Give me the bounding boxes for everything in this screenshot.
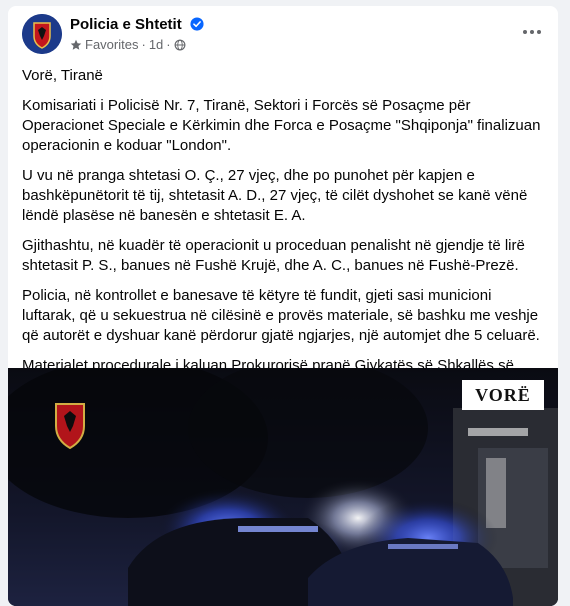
- post-paragraph-2: U vu në pranga shtetasi O. Ç., 27 vjeç, …: [22, 167, 528, 224]
- audience-label[interactable]: Favorites: [85, 37, 138, 52]
- page-avatar[interactable]: [22, 14, 62, 54]
- page-name-text[interactable]: Policia e Shtetit: [70, 16, 182, 33]
- location-overlay-label: VORË: [462, 380, 544, 410]
- verified-badge-icon: [190, 17, 204, 31]
- post-card: Policia e Shtetit Favorites · 1d · Vorë,…: [8, 6, 558, 606]
- post-body: Vorë, Tiranë Komisariati i Policisë Nr. …: [22, 66, 544, 406]
- police-emblem-icon: [22, 14, 62, 54]
- post-location: Vorë, Tiranë: [22, 67, 103, 84]
- more-options-icon: [523, 30, 541, 34]
- more-options-button[interactable]: [520, 20, 544, 44]
- page-name[interactable]: Policia e Shtetit: [70, 16, 204, 33]
- star-icon: [70, 39, 82, 50]
- meta-separator: ·: [141, 37, 146, 52]
- meta-separator-2: ·: [166, 37, 171, 52]
- post-paragraph-4: Policia, në kontrollet e banesave të kët…: [22, 287, 540, 344]
- post-meta: Favorites · 1d ·: [70, 37, 186, 52]
- post-time[interactable]: 1d: [149, 37, 163, 52]
- post-paragraph-1: Komisariati i Policisë Nr. 7, Tiranë, Se…: [22, 97, 541, 154]
- globe-icon[interactable]: [174, 39, 186, 51]
- post-header: Policia e Shtetit Favorites · 1d ·: [8, 6, 558, 62]
- post-video[interactable]: VORË: [8, 368, 558, 606]
- post-paragraph-3: Gjithashtu, në kuadër të operacionit u p…: [22, 237, 525, 274]
